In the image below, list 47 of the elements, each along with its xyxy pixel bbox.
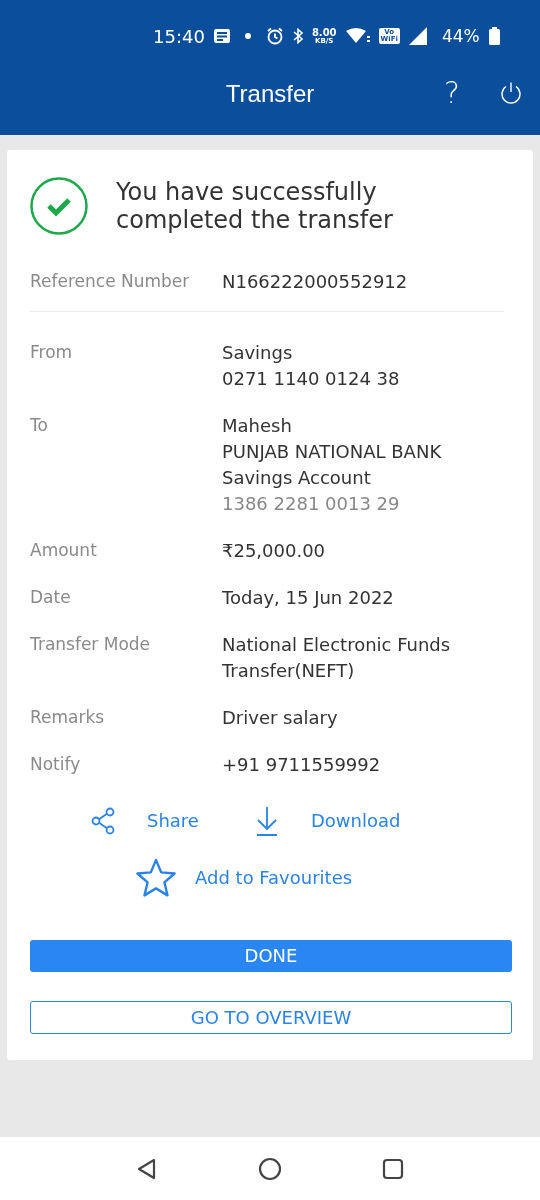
power-icon[interactable] <box>499 81 523 105</box>
field-value: PUNJAB NATIONAL BANK <box>222 439 442 464</box>
field-value: Transfer(NEFT) <box>222 658 356 683</box>
dot-icon <box>244 33 251 39</box>
field-value: +91 9711559992 <box>222 752 381 777</box>
field-value: 1386 2281 0013 29 <box>222 491 401 516</box>
share-link[interactable]: Share <box>147 810 199 832</box>
signal-icon <box>408 27 427 45</box>
field-label: Transfer Mode <box>30 632 152 656</box>
field-value: National Electronic Funds <box>222 632 451 657</box>
field-value: Mahesh <box>222 413 293 438</box>
field-label: To <box>30 413 49 437</box>
speed-value: 8.00 <box>311 27 337 38</box>
reference-number: N166222000552912 <box>222 270 408 294</box>
download-link[interactable]: Download <box>310 810 401 832</box>
field-label: Date <box>30 585 72 609</box>
done-button[interactable]: DONE <box>30 939 512 972</box>
field-value: Driver salary <box>222 705 338 730</box>
overview-button[interactable]: GO TO OVERVIEW <box>30 1001 512 1034</box>
help-button[interactable]: ? <box>444 75 460 110</box>
field-label: Remarks <box>30 705 106 729</box>
field-value: 0271 1140 0124 38 <box>222 366 400 391</box>
field-label: Amount <box>30 538 98 562</box>
home-icon[interactable] <box>258 1156 282 1181</box>
favourites-link[interactable]: Add to Favourites <box>195 867 353 889</box>
bluetooth-icon <box>292 28 303 44</box>
field-value: Savings <box>222 340 294 365</box>
back-icon[interactable] <box>136 1157 158 1180</box>
wifi-icon <box>345 28 370 44</box>
field-value: Savings Account <box>222 465 372 490</box>
recents-icon[interactable] <box>382 1157 404 1180</box>
success-message: You have successfully completed the transfer <box>116 178 394 234</box>
check-circle-icon <box>30 177 88 235</box>
battery-percent: 44% <box>441 26 480 46</box>
field-label: Reference Number <box>30 270 191 293</box>
share-icon[interactable] <box>91 806 117 835</box>
field-value: ₹25,000.00 <box>222 538 326 563</box>
field-label: From <box>30 340 74 364</box>
download-icon[interactable] <box>255 805 278 836</box>
message-icon <box>213 29 230 43</box>
field-label: Notify <box>30 752 82 776</box>
screen-title: Transfer <box>225 80 315 108</box>
battery-icon <box>488 27 500 45</box>
field-value: Today, 15 Jun 2022 <box>222 585 394 610</box>
alarm-icon <box>265 27 284 45</box>
star-icon[interactable] <box>135 857 177 898</box>
status-time: 15:40 <box>153 25 205 47</box>
